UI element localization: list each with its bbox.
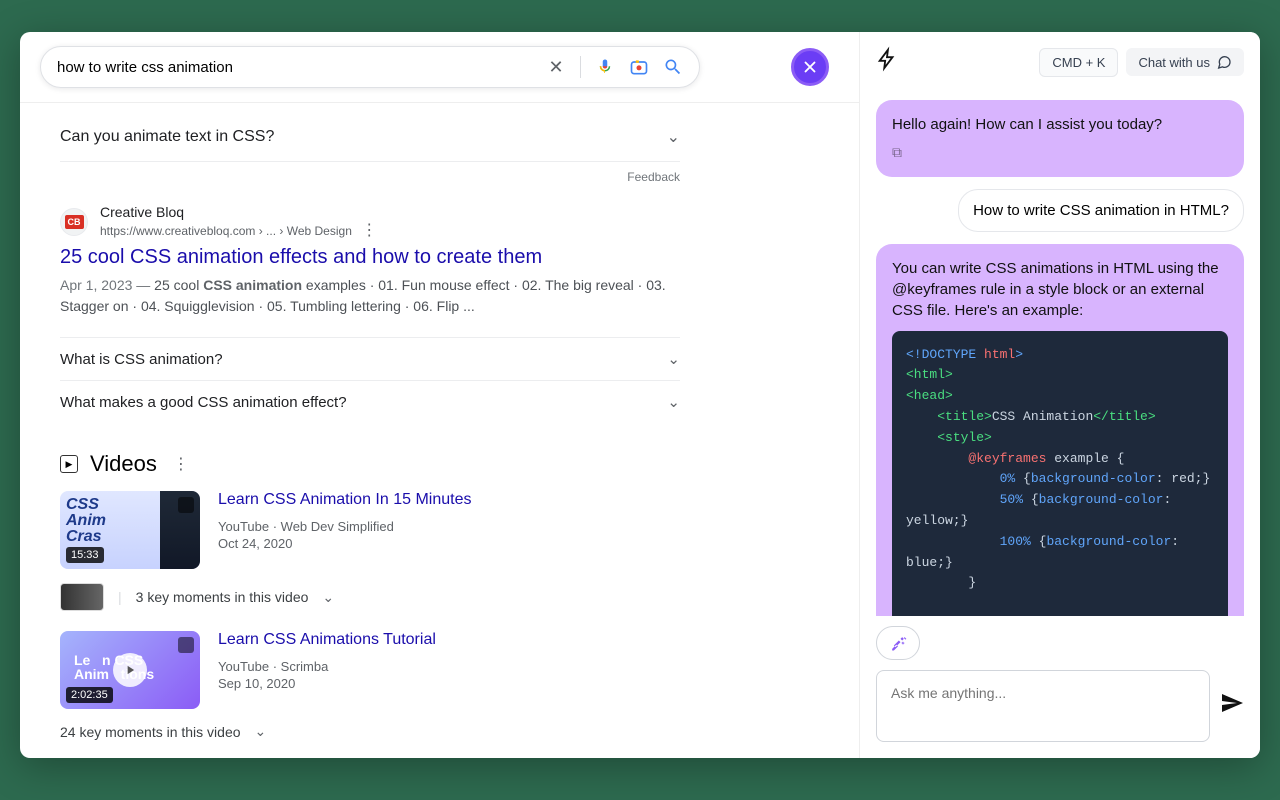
result-source-url: https://www.creativebloq.com › ... › Web… bbox=[100, 220, 377, 240]
search-result: CB Creative Bloq https://www.creativeblo… bbox=[60, 204, 680, 317]
video-duration: 2:02:35 bbox=[66, 687, 113, 703]
chat-panel: CMD + K Chat with us Hello again! How ca… bbox=[860, 32, 1260, 758]
video-meta: Learn CSS Animation In 15 Minutes YouTub… bbox=[218, 491, 471, 569]
magic-button[interactable] bbox=[876, 626, 920, 660]
app-window: ✕ Can you animate t bbox=[20, 32, 1260, 758]
search-input[interactable] bbox=[57, 59, 546, 76]
video-item[interactable]: Le n CSS Anim tions 2:02:35 Learn CSS An… bbox=[60, 631, 680, 709]
key-moment-thumb-icon bbox=[60, 583, 104, 611]
search-bar-area: ✕ bbox=[20, 32, 859, 103]
video-thumbnail[interactable]: Le n CSS Anim tions 2:02:35 bbox=[60, 631, 200, 709]
results-area: Can you animate text in CSS? ⌄ Feedback … bbox=[20, 103, 859, 758]
play-box-icon: ▶ bbox=[60, 455, 78, 473]
search-icon[interactable] bbox=[663, 57, 683, 77]
chevron-down-icon: ⌄ bbox=[667, 127, 680, 147]
key-moments-row[interactable]: 24 key moments in this video ⌄ bbox=[60, 723, 680, 740]
video-meta: Learn CSS Animations Tutorial YouTube · … bbox=[218, 631, 436, 709]
chat-header: CMD + K Chat with us bbox=[860, 32, 1260, 92]
chat-messages[interactable]: Hello again! How can I assist you today?… bbox=[860, 92, 1260, 616]
more-icon[interactable]: ⋮ bbox=[173, 454, 189, 474]
chevron-down-icon: ⌄ bbox=[255, 723, 267, 740]
sub-question[interactable]: What makes a good CSS animation effect? … bbox=[60, 380, 680, 423]
code-block: <!DOCTYPE html> <html> <head> <title>CSS… bbox=[892, 331, 1228, 616]
video-title-link[interactable]: Learn CSS Animation In 15 Minutes bbox=[218, 491, 471, 509]
expand-icon bbox=[178, 637, 194, 653]
divider-icon bbox=[580, 56, 581, 78]
result-title-link[interactable]: 25 cool CSS animation effects and how to… bbox=[60, 246, 680, 269]
expand-icon bbox=[178, 497, 194, 513]
mic-icon[interactable] bbox=[595, 57, 615, 77]
close-bubble-button[interactable] bbox=[791, 48, 829, 86]
cmd-k-button[interactable]: CMD + K bbox=[1039, 48, 1118, 77]
bot-message: Hello again! How can I assist you today?… bbox=[876, 100, 1244, 177]
search-results-panel: ✕ Can you animate t bbox=[20, 32, 860, 758]
copy-icon[interactable]: ⧉ bbox=[892, 143, 1228, 163]
chat-input[interactable] bbox=[876, 670, 1210, 742]
videos-section-header: ▶ Videos ⋮ bbox=[60, 451, 680, 477]
result-source-row: CB Creative Bloq https://www.creativeblo… bbox=[60, 204, 680, 240]
send-icon[interactable] bbox=[1220, 691, 1244, 721]
paa-text: Can you animate text in CSS? bbox=[60, 128, 274, 146]
more-icon[interactable]: ⋮ bbox=[361, 222, 377, 239]
search-box[interactable]: ✕ bbox=[40, 46, 700, 88]
result-source-name: Creative Bloq bbox=[100, 204, 377, 220]
search-icons: ✕ bbox=[546, 56, 683, 78]
chat-with-us-button[interactable]: Chat with us bbox=[1126, 48, 1244, 76]
play-icon bbox=[113, 653, 147, 687]
bolt-icon[interactable] bbox=[876, 46, 898, 78]
bot-message: You can write CSS animations in HTML usi… bbox=[876, 244, 1244, 616]
video-duration: 15:33 bbox=[66, 547, 104, 563]
feedback-link[interactable]: Feedback bbox=[60, 162, 680, 204]
sub-question[interactable]: What is CSS animation? ⌄ bbox=[60, 337, 680, 380]
chat-bubble-icon bbox=[1216, 54, 1232, 70]
camera-icon[interactable] bbox=[629, 57, 649, 77]
result-snippet: Apr 1, 2023 — 25 cool CSS animation exam… bbox=[60, 275, 680, 317]
video-item[interactable]: CSS Anim Cras 15:33 Learn CSS Animation … bbox=[60, 491, 680, 569]
clear-icon[interactable]: ✕ bbox=[546, 57, 566, 77]
chat-input-area bbox=[860, 616, 1260, 758]
paa-question[interactable]: Can you animate text in CSS? ⌄ bbox=[60, 113, 680, 162]
favicon-icon: CB bbox=[60, 208, 88, 236]
chevron-down-icon: ⌄ bbox=[667, 393, 680, 411]
chevron-down-icon: ⌄ bbox=[667, 350, 680, 368]
video-title-link[interactable]: Learn CSS Animations Tutorial bbox=[218, 631, 436, 649]
video-thumbnail[interactable]: CSS Anim Cras 15:33 bbox=[60, 491, 200, 569]
user-message: How to write CSS animation in HTML? bbox=[958, 189, 1244, 232]
key-moments-row[interactable]: | 3 key moments in this video ⌄ bbox=[60, 583, 680, 611]
chevron-down-icon: ⌄ bbox=[322, 589, 334, 606]
